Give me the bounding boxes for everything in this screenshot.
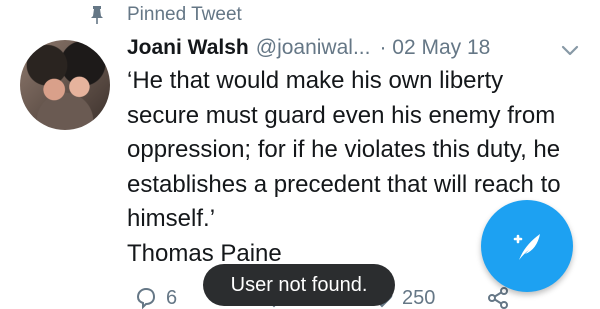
avatar[interactable] bbox=[20, 40, 110, 130]
user-handle[interactable]: @joaniwal... bbox=[256, 36, 371, 60]
tweet-header: Joani Walsh @joaniwal... · 02 May 18 bbox=[127, 36, 490, 66]
share-button[interactable] bbox=[486, 286, 510, 309]
reply-icon bbox=[136, 287, 156, 309]
tweet-date: · 02 May 18 bbox=[379, 36, 491, 59]
toast-message: User not found. bbox=[203, 264, 395, 306]
compose-feather-icon bbox=[513, 234, 540, 260]
pinned-indicator bbox=[88, 4, 106, 26]
compose-tweet-button[interactable] bbox=[481, 200, 573, 292]
display-name[interactable]: Joani Walsh bbox=[127, 36, 249, 60]
tweet-line: establishes a precedent that will reach … bbox=[127, 170, 561, 198]
share-icon bbox=[488, 287, 508, 309]
reply-count: 6 bbox=[166, 287, 178, 309]
like-count: 250 bbox=[402, 287, 436, 309]
pin-icon bbox=[91, 6, 103, 24]
tweet-line: ‘He that would make his own liberty bbox=[127, 67, 504, 94]
tweet-line: oppression; for if he violates this duty… bbox=[127, 136, 561, 163]
tweet-line: secure must guard even his enemy from bbox=[127, 101, 556, 129]
timeline-screen: Pinned Tweet Joani Walsh @joaniwal... · … bbox=[0, 0, 600, 309]
chevron-down-icon[interactable] bbox=[560, 44, 580, 58]
pinned-tweet-label: Pinned Tweet bbox=[127, 4, 242, 25]
reply-button[interactable]: 6 bbox=[134, 286, 177, 309]
